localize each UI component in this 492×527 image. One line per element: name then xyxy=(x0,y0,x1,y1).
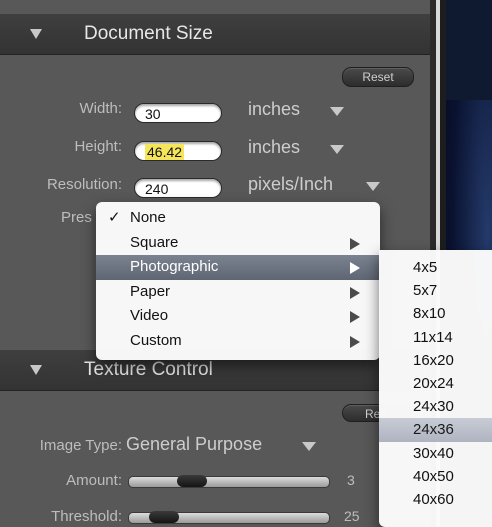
disclosure-triangle-icon[interactable] xyxy=(30,365,42,375)
menu-item-photographic[interactable]: Photographic xyxy=(96,255,380,280)
resolution-value: 240 xyxy=(145,181,169,197)
resize-dialog: Document Size Reset Width: 30 inches Hei… xyxy=(0,0,492,527)
preset-label: Pres xyxy=(61,209,92,226)
submenu-item[interactable]: 5x7 xyxy=(379,279,492,302)
height-value: 46.42 xyxy=(145,144,185,160)
threshold-value: 25 xyxy=(344,508,360,524)
width-value: 30 xyxy=(145,106,161,122)
submenu-item[interactable]: 8x10 xyxy=(379,302,492,325)
submenu-arrow-icon xyxy=(350,335,360,348)
submenu-item[interactable]: 16x20 xyxy=(379,349,492,372)
amount-slider-thumb[interactable] xyxy=(177,475,207,487)
menu-item-paper[interactable]: Paper xyxy=(96,280,380,305)
menu-item-label: Custom xyxy=(130,331,182,349)
menu-item-none[interactable]: ✓ None xyxy=(96,206,380,231)
submenu-item[interactable]: 40x60 xyxy=(379,488,492,511)
menu-item-label: Photographic xyxy=(130,258,219,275)
texture-control-title: Texture Control xyxy=(84,359,213,380)
menu-item-label: Video xyxy=(130,307,169,324)
submenu-item-selected[interactable]: 24x36 xyxy=(379,418,492,442)
menu-item-label: Square xyxy=(130,233,179,251)
document-size-header[interactable]: Document Size xyxy=(0,14,430,55)
threshold-label: Threshold: xyxy=(51,508,122,525)
amount-slider[interactable] xyxy=(128,475,330,488)
dropdown-arrow-icon[interactable] xyxy=(366,182,380,191)
submenu-item[interactable]: 4x5 xyxy=(379,256,492,279)
menu-item-custom[interactable]: Custom xyxy=(96,329,380,354)
amount-label: Amount: xyxy=(66,472,122,489)
threshold-slider-thumb[interactable] xyxy=(149,511,179,523)
submenu-arrow-icon xyxy=(350,286,360,299)
preset-menu: ✓ None Square Photographic Paper Video C… xyxy=(96,202,380,360)
menu-item-label: Paper xyxy=(130,282,171,300)
submenu-arrow-icon xyxy=(350,311,360,323)
submenu-arrow-icon xyxy=(350,237,360,250)
threshold-slider[interactable] xyxy=(128,511,330,524)
height-label: Height: xyxy=(74,138,122,155)
checkmark-icon: ✓ xyxy=(108,209,121,226)
image-type-label: Image Type: xyxy=(39,437,122,454)
amount-value: 3 xyxy=(347,472,355,488)
width-label: Width: xyxy=(79,100,122,117)
resolution-field[interactable]: 240 xyxy=(134,178,222,198)
width-unit[interactable]: inches xyxy=(248,99,300,120)
submenu-item[interactable]: 11x14 xyxy=(379,326,492,349)
submenu-item[interactable]: 20x24 xyxy=(379,372,492,395)
submenu-arrow-icon xyxy=(350,262,360,274)
submenu-item[interactable]: 40x50 xyxy=(379,465,492,488)
resolution-unit[interactable]: pixels/Inch xyxy=(248,174,333,195)
submenu-item[interactable]: 30x40 xyxy=(379,442,492,465)
document-size-title: Document Size xyxy=(84,23,213,44)
resolution-label: Resolution: xyxy=(46,176,122,193)
menu-item-label: None xyxy=(130,209,166,226)
photographic-submenu: 4x5 5x7 8x10 11x14 16x20 20x24 24x30 24x… xyxy=(379,250,492,527)
width-field[interactable]: 30 xyxy=(134,103,222,123)
menu-item-square[interactable]: Square xyxy=(96,231,380,256)
height-field[interactable]: 46.42 xyxy=(134,141,222,161)
dropdown-arrow-icon[interactable] xyxy=(302,442,316,451)
menu-item-video[interactable]: Video xyxy=(96,304,380,329)
submenu-item[interactable]: 24x30 xyxy=(379,395,492,418)
height-unit[interactable]: inches xyxy=(248,137,300,158)
dropdown-arrow-icon[interactable] xyxy=(330,145,344,154)
dropdown-arrow-icon[interactable] xyxy=(330,107,344,116)
reset-button[interactable]: Reset xyxy=(342,67,414,87)
image-type-value[interactable]: General Purpose xyxy=(126,434,262,455)
disclosure-triangle-icon[interactable] xyxy=(30,29,42,39)
